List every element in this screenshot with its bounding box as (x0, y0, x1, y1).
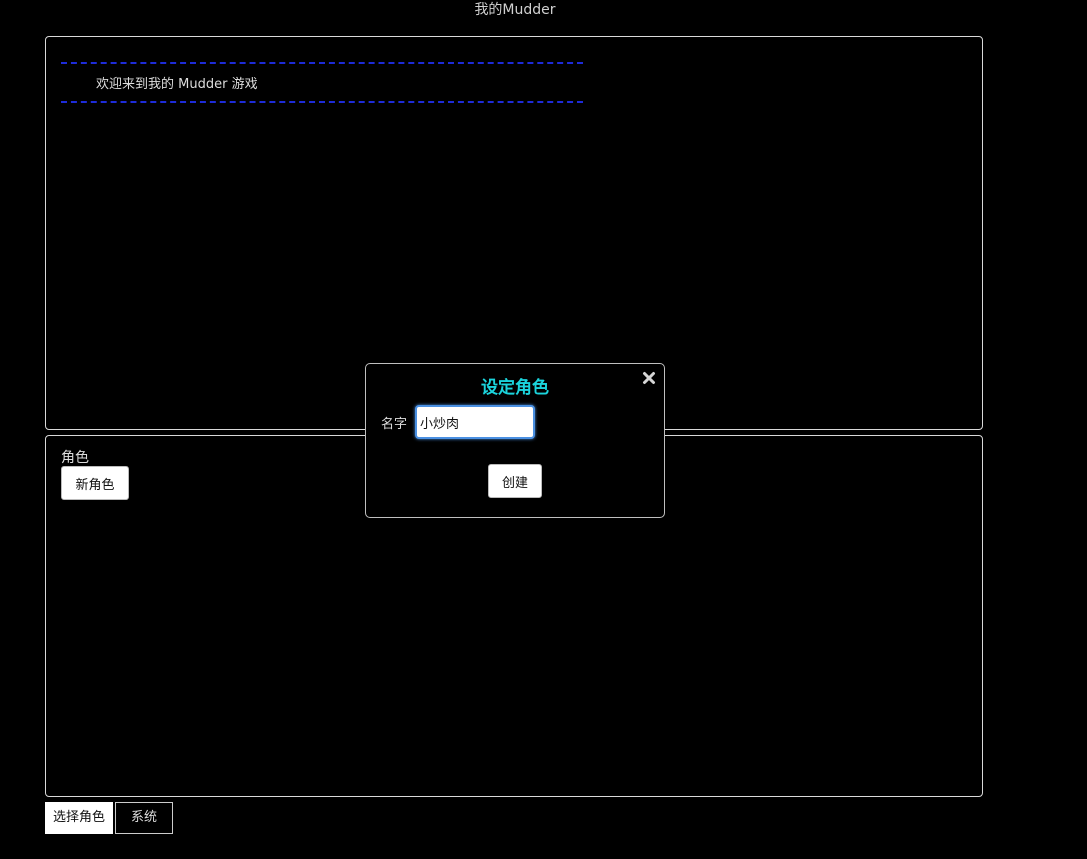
tab-select-role[interactable]: 选择角色 (45, 802, 113, 834)
name-input[interactable] (415, 405, 535, 439)
dialog-title: 设定角色 (481, 378, 549, 398)
close-icon[interactable] (642, 371, 656, 385)
app-window: 我的Mudder 欢迎来到我的 Mudder 游戏 角色 新角色 选择角色 系统… (0, 0, 1087, 859)
create-button[interactable]: 创建 (488, 464, 542, 498)
new-role-button[interactable]: 新角色 (61, 466, 129, 500)
tab-system[interactable]: 系统 (115, 802, 173, 834)
roles-panel-label: 角色 (61, 450, 89, 466)
set-role-dialog: 设定角色 名字 创建 (365, 363, 665, 518)
name-field-label: 名字 (381, 417, 408, 432)
app-title: 我的Mudder (474, 2, 556, 18)
divider-line-bottom (61, 101, 583, 103)
divider-line-top (61, 62, 583, 64)
welcome-message: 欢迎来到我的 Mudder 游戏 (96, 77, 258, 92)
